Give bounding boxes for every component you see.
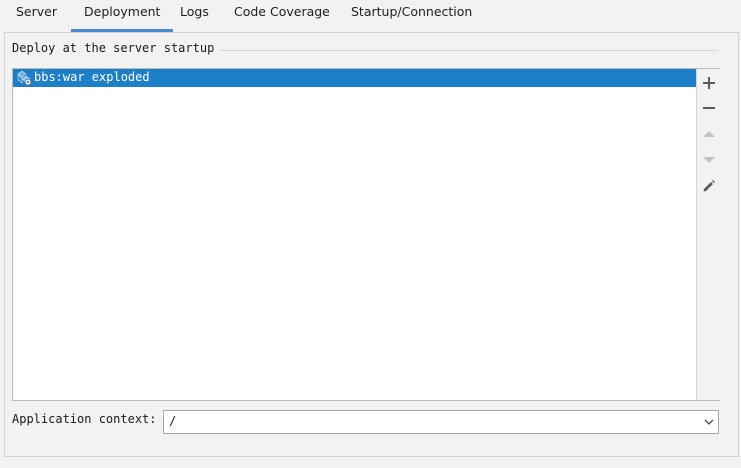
plus-icon [703, 77, 715, 89]
app-context-combobox[interactable]: / [163, 410, 719, 434]
tab-server[interactable]: Server [16, 0, 57, 32]
deploy-list-area[interactable]: bbs:war exploded [13, 69, 696, 400]
edit-button[interactable] [699, 176, 719, 196]
tab-logs[interactable]: Logs [180, 0, 209, 32]
app-context-label: Application context: [12, 412, 157, 426]
tab-startup-connection[interactable]: Startup/Connection [351, 0, 472, 32]
artifact-icon [16, 70, 32, 86]
move-up-button[interactable] [699, 124, 719, 144]
arrow-down-icon [703, 157, 715, 163]
list-toolbar [696, 69, 720, 400]
tab-code-coverage[interactable]: Code Coverage [234, 0, 330, 32]
remove-button[interactable] [699, 98, 719, 118]
tab-deployment[interactable]: Deployment [70, 0, 175, 32]
list-item-label: bbs:war exploded [34, 70, 150, 84]
chevron-down-icon[interactable] [703, 416, 715, 428]
deploy-list: bbs:war exploded [12, 68, 720, 401]
group-title: Deploy at the server startup [12, 41, 221, 55]
tab-bar: Server Deployment Logs Code Coverage Sta… [0, 0, 741, 32]
add-button[interactable] [699, 73, 719, 93]
move-down-button[interactable] [699, 150, 719, 170]
minus-icon [703, 107, 715, 109]
pencil-icon [703, 180, 715, 192]
group-divider [214, 50, 718, 51]
arrow-up-icon [703, 131, 715, 137]
list-item[interactable]: bbs:war exploded [13, 69, 696, 87]
app-context-value: / [169, 414, 177, 428]
